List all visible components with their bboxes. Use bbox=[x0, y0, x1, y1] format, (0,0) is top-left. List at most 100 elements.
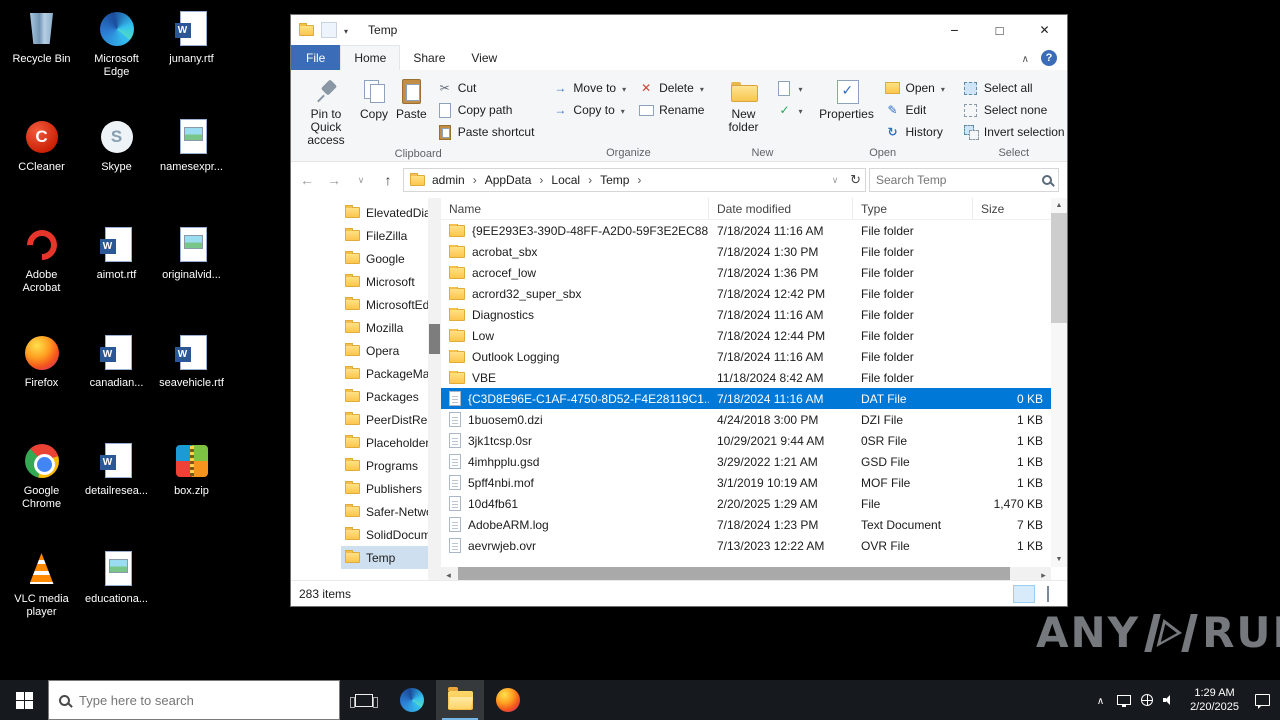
desktop-icon[interactable]: box.zip bbox=[154, 434, 229, 542]
taskbar-search-box[interactable] bbox=[48, 680, 340, 720]
move-to-button[interactable]: Move to bbox=[547, 77, 631, 99]
vertical-scroll-thumb[interactable] bbox=[1051, 213, 1067, 323]
nav-folder-item[interactable]: SolidDocum... bbox=[341, 523, 428, 546]
file-row[interactable]: VBE 11/18/2024 8:42 AM File folder bbox=[441, 367, 1051, 388]
chevron-right-icon[interactable] bbox=[470, 173, 480, 187]
taskbar-firefox-button[interactable] bbox=[484, 680, 532, 720]
search-input[interactable] bbox=[876, 173, 1038, 187]
scroll-up-arrow-icon[interactable] bbox=[1051, 198, 1067, 213]
file-row[interactable]: 10d4fb61 2/20/2025 1:29 AM File 1,470 KB bbox=[441, 493, 1051, 514]
minimize-ribbon-icon[interactable] bbox=[1022, 51, 1029, 65]
large-icons-view-button[interactable] bbox=[1037, 585, 1059, 603]
address-dropdown-icon[interactable] bbox=[828, 168, 842, 192]
title-bar[interactable]: Temp bbox=[291, 15, 1067, 45]
start-button[interactable] bbox=[0, 680, 48, 720]
properties-button[interactable]: Properties bbox=[816, 74, 878, 121]
nav-folder-item[interactable]: Temp bbox=[341, 546, 428, 569]
ribbon-tab[interactable]: Home bbox=[340, 45, 401, 70]
chevron-right-icon[interactable] bbox=[536, 173, 546, 187]
file-row[interactable]: acrobat_sbx 7/18/2024 1:30 PM File folde… bbox=[441, 241, 1051, 262]
desktop-icon[interactable]: aimot.rtf bbox=[79, 218, 154, 326]
nav-folder-item[interactable]: MicrosoftEd... bbox=[341, 293, 428, 316]
desktop-icon[interactable]: originalvid... bbox=[154, 218, 229, 326]
file-row[interactable]: acrord32_super_sbx 7/18/2024 12:42 PM Fi… bbox=[441, 283, 1051, 304]
up-button[interactable] bbox=[376, 168, 400, 192]
desktop-icon[interactable]: Google Chrome bbox=[4, 434, 79, 542]
display-tray-button[interactable] bbox=[1112, 680, 1135, 720]
select-none-button[interactable]: Select none bbox=[958, 99, 1070, 121]
refresh-icon[interactable] bbox=[850, 172, 861, 188]
vertical-scrollbar[interactable] bbox=[1051, 198, 1067, 567]
file-row[interactable]: AdobeARM.log 7/18/2024 1:23 PM Text Docu… bbox=[441, 514, 1051, 535]
nav-folder-item[interactable]: Publishers bbox=[341, 477, 428, 500]
quick-access-button[interactable] bbox=[321, 22, 337, 38]
nav-folder-item[interactable]: Opera bbox=[341, 339, 428, 362]
maximize-button[interactable] bbox=[977, 15, 1022, 45]
breadcrumb-item[interactable]: admin bbox=[427, 173, 480, 187]
file-row[interactable]: 1buosem0.dzi 4/24/2018 3:00 PM DZI File … bbox=[441, 409, 1051, 430]
nav-folder-item[interactable]: Microsoft bbox=[341, 270, 428, 293]
close-button[interactable] bbox=[1022, 15, 1067, 45]
breadcrumb-item[interactable]: Local bbox=[546, 173, 595, 187]
column-header-type[interactable]: Type bbox=[853, 198, 973, 219]
scroll-left-arrow-icon[interactable] bbox=[441, 567, 456, 581]
file-row[interactable]: {C3D8E96E-C1AF-4750-8D52-F4E28119C1... 7… bbox=[441, 388, 1051, 409]
forward-button[interactable] bbox=[322, 168, 346, 192]
desktop-icon[interactable]: junany.rtf bbox=[154, 2, 229, 110]
new-folder-button[interactable]: New folder bbox=[717, 74, 769, 134]
desktop-icon[interactable]: namesexpr... bbox=[154, 110, 229, 218]
desktop-icon[interactable]: Adobe Acrobat bbox=[4, 218, 79, 326]
cut-button[interactable]: Cut bbox=[432, 77, 540, 99]
chevron-right-icon[interactable] bbox=[585, 173, 595, 187]
nav-folder-item[interactable]: FileZilla bbox=[341, 224, 428, 247]
horizontal-scrollbar[interactable] bbox=[441, 567, 1051, 580]
invert-selection-button[interactable]: Invert selection bbox=[958, 121, 1070, 143]
nav-folder-item[interactable]: Placeholder... bbox=[341, 431, 428, 454]
nav-folder-item[interactable]: PeerDistRep... bbox=[341, 408, 428, 431]
desktop-icon[interactable]: Skype bbox=[79, 110, 154, 218]
desktop-icon[interactable]: VLC media player bbox=[4, 542, 79, 650]
new-item-button[interactable] bbox=[771, 77, 807, 99]
tab-file[interactable]: File bbox=[291, 45, 341, 70]
breadcrumb-item[interactable]: AppData bbox=[480, 173, 547, 187]
file-row[interactable]: Outlook Logging 7/18/2024 11:16 AM File … bbox=[441, 346, 1051, 367]
file-row[interactable]: {9EE293E3-390D-48FF-A2D0-59F3E2EC88... 7… bbox=[441, 220, 1051, 241]
chevron-right-icon[interactable] bbox=[634, 173, 644, 187]
scroll-right-arrow-icon[interactable] bbox=[1036, 567, 1051, 581]
column-header-date-modified[interactable]: Date modified bbox=[709, 198, 853, 219]
copy-button[interactable]: Copy bbox=[357, 74, 391, 121]
file-row[interactable]: acrocef_low 7/18/2024 1:36 PM File folde… bbox=[441, 262, 1051, 283]
taskbar-file-explorer-button[interactable] bbox=[436, 680, 484, 720]
column-header-size[interactable]: Size bbox=[973, 198, 1051, 219]
file-row[interactable]: Diagnostics 7/18/2024 11:16 AM File fold… bbox=[441, 304, 1051, 325]
desktop-icon[interactable]: CCleaner bbox=[4, 110, 79, 218]
taskbar-search-input[interactable] bbox=[79, 692, 329, 708]
horizontal-scroll-thumb[interactable] bbox=[458, 567, 1010, 580]
nav-folder-item[interactable]: Google bbox=[341, 247, 428, 270]
desktop-icon[interactable]: educationa... bbox=[79, 542, 154, 650]
nav-folder-item[interactable]: Safer-Netwo... bbox=[341, 500, 428, 523]
ribbon-tab[interactable]: Share bbox=[400, 45, 458, 70]
network-tray-button[interactable] bbox=[1135, 680, 1158, 720]
rename-button[interactable]: Rename bbox=[633, 99, 709, 121]
search-box[interactable] bbox=[869, 168, 1059, 192]
select-all-button[interactable]: Select all bbox=[958, 77, 1070, 99]
file-row[interactable]: 5pff4nbi.mof 3/1/2019 10:19 AM MOF File … bbox=[441, 472, 1051, 493]
nav-folder-item[interactable]: PackageMa... bbox=[341, 362, 428, 385]
nav-folder-item[interactable]: ElevatedDiag... bbox=[341, 201, 428, 224]
details-view-button[interactable] bbox=[1013, 584, 1035, 603]
edit-button[interactable]: Edit bbox=[880, 99, 950, 121]
volume-tray-button[interactable] bbox=[1158, 680, 1181, 720]
paste-button[interactable]: Paste bbox=[393, 74, 430, 121]
task-view-button[interactable] bbox=[340, 680, 388, 720]
desktop-icon[interactable]: Firefox bbox=[4, 326, 79, 434]
scroll-down-arrow-icon[interactable] bbox=[1051, 552, 1067, 567]
breadcrumb[interactable]: admin AppData Local Temp bbox=[403, 168, 866, 192]
delete-button[interactable]: Delete bbox=[633, 77, 709, 99]
navigation-scrollbar-thumb[interactable] bbox=[429, 324, 440, 354]
easy-access-button[interactable] bbox=[771, 99, 807, 121]
horizontal-scroll-track[interactable] bbox=[456, 567, 1036, 580]
ribbon-tab[interactable]: View bbox=[458, 45, 510, 70]
navigation-scrollbar[interactable] bbox=[428, 198, 441, 580]
pin-to-quick-access-button[interactable]: Pin to Quick access bbox=[297, 74, 355, 147]
